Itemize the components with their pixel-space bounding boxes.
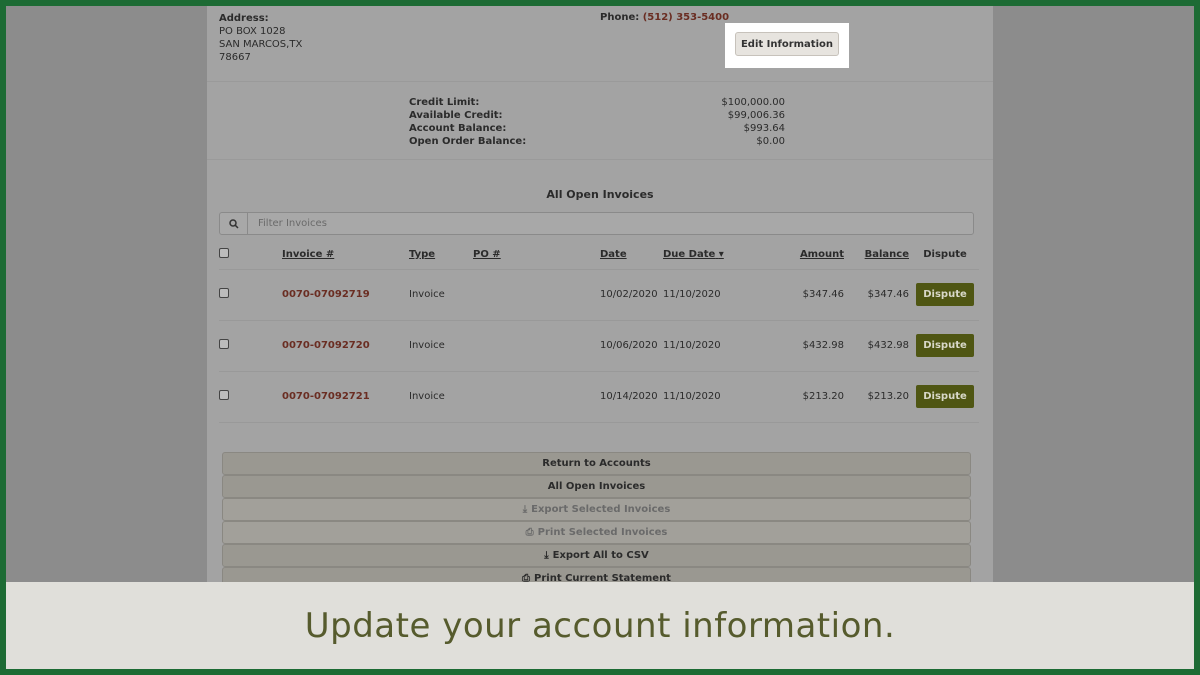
- credit-row: Account Balance: $993.64: [409, 122, 785, 135]
- select-all-checkbox[interactable]: [219, 247, 229, 258]
- invoice-link[interactable]: 0070-07092720: [282, 319, 409, 371]
- row-checkbox[interactable]: [219, 390, 229, 400]
- invoice-type: Invoice: [409, 319, 473, 371]
- search-icon[interactable]: [220, 213, 248, 234]
- select-all-cell: [219, 240, 282, 269]
- address-block: Address: PO BOX 1028 SAN MARCOS,TX 78667: [219, 12, 302, 64]
- dispute-cell: Dispute: [911, 370, 979, 423]
- col-balance[interactable]: Balance: [848, 240, 911, 269]
- invoice-balance: $347.46: [848, 268, 911, 320]
- phone-number[interactable]: (512) 353-5400: [643, 12, 729, 23]
- invoice-link[interactable]: 0070-07092719: [282, 268, 409, 320]
- col-date[interactable]: Date: [600, 240, 663, 269]
- caption-text: Update your account information.: [304, 605, 896, 646]
- address-line3: 78667: [219, 52, 251, 63]
- open-order-balance-label: Open Order Balance:: [409, 136, 527, 147]
- chevron-down-icon: ▾: [718, 248, 724, 260]
- account-page: Address: PO BOX 1028 SAN MARCOS,TX 78667…: [207, 6, 993, 600]
- col-amount[interactable]: Amount: [759, 240, 848, 269]
- invoice-due-date: 11/10/2020: [663, 268, 759, 320]
- credit-row: Credit Limit: $100,000.00: [409, 96, 785, 109]
- col-due-date-label: Due Date: [663, 248, 716, 260]
- divider: [207, 81, 993, 82]
- divider: [207, 159, 993, 160]
- download-icon: ⤓: [544, 550, 549, 561]
- col-dispute: Dispute: [923, 248, 967, 260]
- action-label: Export All to CSV: [552, 550, 649, 561]
- action-label: All Open Invoices: [547, 481, 646, 492]
- credit-limit-label: Credit Limit:: [409, 97, 480, 108]
- address-line1: PO BOX 1028: [219, 26, 286, 37]
- credit-limit-value: $100,000.00: [721, 97, 785, 108]
- col-type[interactable]: Type: [409, 240, 473, 269]
- dispute-button[interactable]: Dispute: [916, 334, 974, 357]
- invoice-po: [473, 370, 600, 423]
- caption-banner: Update your account information.: [6, 582, 1194, 669]
- dispute-button[interactable]: Dispute: [916, 385, 974, 408]
- invoice-date: 10/14/2020: [600, 370, 663, 423]
- row-select-cell: [219, 370, 282, 423]
- export-all-to-csv-button[interactable]: ⤓ Export All to CSV: [222, 544, 971, 567]
- account-balance-value: $993.64: [743, 123, 785, 134]
- available-credit-label: Available Credit:: [409, 110, 503, 121]
- invoice-balance: $432.98: [848, 319, 911, 371]
- phone-block: Phone: (512) 353-5400: [600, 12, 729, 23]
- action-buttons: Return to Accounts All Open Invoices ⤓ E…: [222, 452, 971, 590]
- address-line2: SAN MARCOS,TX: [219, 39, 303, 50]
- return-to-accounts-button[interactable]: Return to Accounts: [222, 452, 971, 475]
- invoices-table: Invoice # Type PO # Date Due Date ▾ Amou…: [219, 240, 979, 423]
- credit-summary: Credit Limit: $100,000.00 Available Cred…: [409, 96, 785, 148]
- action-label: Print Selected Invoices: [537, 527, 668, 538]
- available-credit-value: $99,006.36: [727, 110, 785, 121]
- row-checkbox[interactable]: [219, 288, 229, 298]
- edit-information-button[interactable]: Edit Information: [735, 32, 839, 56]
- invoice-type: Invoice: [409, 370, 473, 423]
- filter-invoices-input[interactable]: [248, 213, 973, 234]
- invoice-type: Invoice: [409, 268, 473, 320]
- dispute-button[interactable]: Dispute: [916, 283, 974, 306]
- col-due-date[interactable]: Due Date ▾: [663, 240, 759, 269]
- credit-row: Available Credit: $99,006.36: [409, 109, 785, 122]
- invoices-title: All Open Invoices: [546, 188, 654, 201]
- invoice-po: [473, 319, 600, 371]
- col-invoice[interactable]: Invoice #: [282, 240, 409, 269]
- invoice-amount: $432.98: [759, 319, 848, 371]
- action-label: Export Selected Invoices: [531, 504, 671, 515]
- dispute-cell: Dispute: [911, 319, 979, 371]
- invoice-balance: $213.20: [848, 370, 911, 423]
- invoice-po: [473, 268, 600, 320]
- phone-label: Phone:: [600, 12, 640, 23]
- row-select-cell: [219, 319, 282, 371]
- filter-bar: [219, 212, 974, 235]
- row-checkbox[interactable]: [219, 339, 229, 349]
- table-row: 0070-07092721 Invoice 10/14/2020 11/10/2…: [219, 370, 979, 423]
- table-row: 0070-07092720 Invoice 10/06/2020 11/10/2…: [219, 319, 979, 371]
- invoice-link[interactable]: 0070-07092721: [282, 370, 409, 423]
- invoice-amount: $347.46: [759, 268, 848, 320]
- col-po[interactable]: PO #: [473, 240, 600, 269]
- invoice-amount: $213.20: [759, 370, 848, 423]
- row-select-cell: [219, 268, 282, 320]
- address-label: Address:: [219, 13, 269, 24]
- all-open-invoices-button[interactable]: All Open Invoices: [222, 475, 971, 498]
- export-selected-invoices-button[interactable]: ⤓ Export Selected Invoices: [222, 498, 971, 521]
- invoice-date: 10/02/2020: [600, 268, 663, 320]
- download-icon: ⤓: [522, 504, 528, 515]
- dispute-cell: Dispute: [911, 268, 979, 320]
- table-row: 0070-07092719 Invoice 10/02/2020 11/10/2…: [219, 268, 979, 320]
- video-frame: Address: PO BOX 1028 SAN MARCOS,TX 78667…: [6, 6, 1194, 669]
- print-icon: ⎙: [525, 527, 534, 538]
- account-balance-label: Account Balance:: [409, 123, 507, 134]
- edit-highlight: Edit Information: [725, 23, 849, 68]
- open-order-balance-value: $0.00: [756, 136, 785, 147]
- invoice-due-date: 11/10/2020: [663, 319, 759, 371]
- print-selected-invoices-button[interactable]: ⎙ Print Selected Invoices: [222, 521, 971, 544]
- invoice-date: 10/06/2020: [600, 319, 663, 371]
- invoice-due-date: 11/10/2020: [663, 370, 759, 423]
- table-header-row: Invoice # Type PO # Date Due Date ▾ Amou…: [219, 240, 979, 269]
- action-label: Return to Accounts: [542, 458, 651, 469]
- credit-row: Open Order Balance: $0.00: [409, 135, 785, 148]
